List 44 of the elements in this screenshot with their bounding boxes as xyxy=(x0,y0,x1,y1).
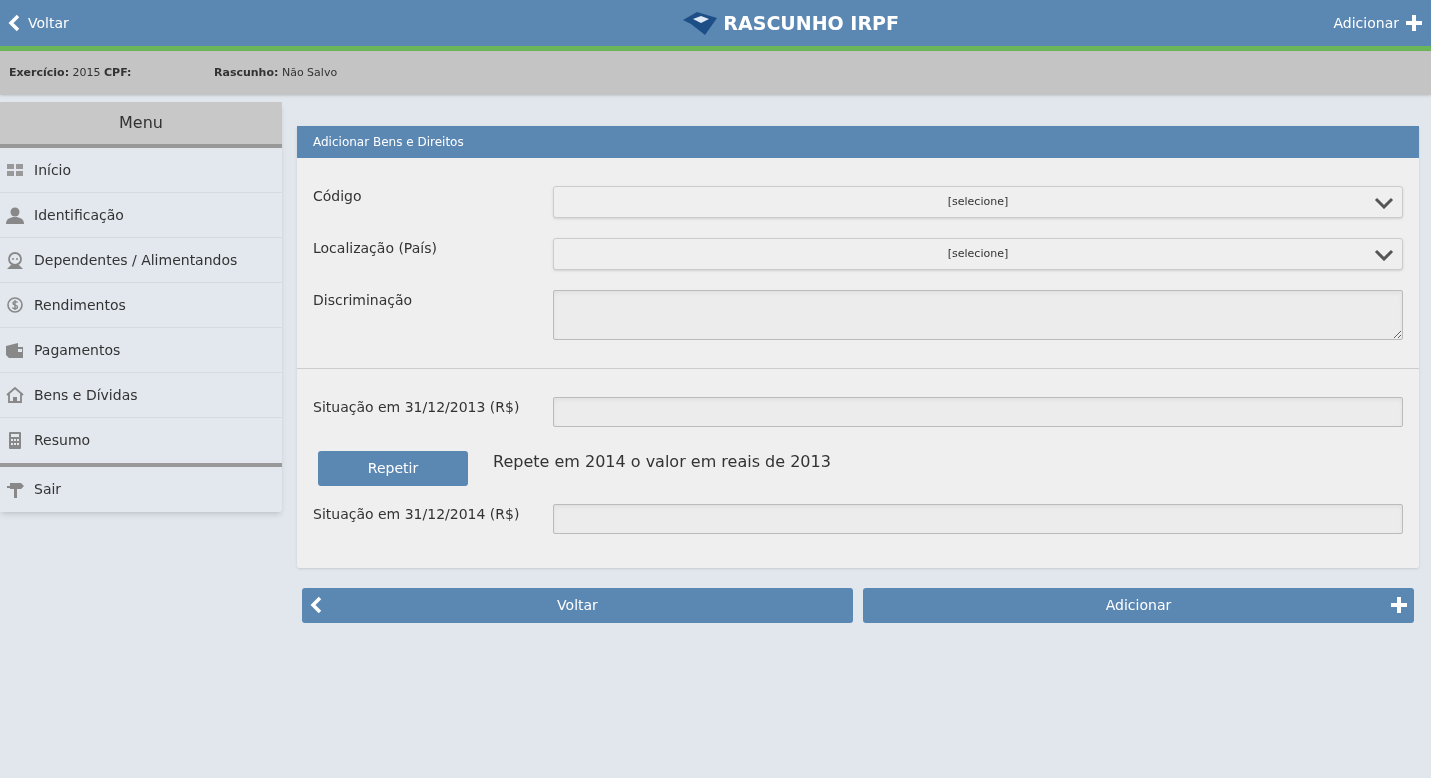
field-label: Localização (País) xyxy=(313,240,437,256)
add-link[interactable]: Adicionar xyxy=(1333,12,1423,34)
menu-item[interactable]: Início xyxy=(0,148,282,193)
exit-menu-item[interactable]: Sair xyxy=(0,467,282,512)
exercicio-text: Exercício: 2015 CPF: xyxy=(9,64,133,81)
back-link[interactable]: Voltar xyxy=(8,12,69,34)
calculator-icon xyxy=(8,432,21,449)
menu-item[interactable]: Resumo xyxy=(0,418,282,463)
menu-item[interactable]: Pagamentos xyxy=(0,328,282,373)
back-button[interactable]: Voltar xyxy=(302,588,853,623)
menu-item[interactable]: Bens e Dívidas xyxy=(0,373,282,418)
textarea-field[interactable] xyxy=(553,290,1403,340)
menu-header: Menu xyxy=(0,102,282,148)
back-icon xyxy=(310,596,322,614)
dollar-coin-icon xyxy=(6,297,23,313)
app-title: RASCUNHO IRPF xyxy=(723,10,899,36)
input-field[interactable] xyxy=(553,504,1403,534)
select-dropdown[interactable]: [selecione] xyxy=(553,186,1403,218)
select-dropdown[interactable]: [selecione] xyxy=(553,238,1403,270)
field-label: Discriminação xyxy=(313,292,413,308)
add-button[interactable]: Adicionar xyxy=(863,588,1414,623)
field-label: Código xyxy=(313,188,362,204)
logo-icon xyxy=(683,11,718,35)
house-icon xyxy=(5,387,24,403)
back-icon xyxy=(8,14,20,32)
grid-icon xyxy=(6,164,23,176)
panel-title: Adicionar Bens e Direitos xyxy=(297,126,1419,158)
menu-item[interactable]: Identificação xyxy=(0,193,282,238)
field-label: Situação em 31/12/2014 (R$) xyxy=(313,506,520,522)
input-field[interactable] xyxy=(553,397,1403,427)
menu-item[interactable]: Rendimentos xyxy=(0,283,282,328)
dropdown-chevron-icon xyxy=(1374,197,1394,209)
wallet-icon xyxy=(6,342,23,358)
face-icon xyxy=(5,251,24,269)
repeat-description: Repete em 2014 o valor em reais de 2013 xyxy=(493,451,831,473)
repeat-button[interactable]: Repetir xyxy=(318,451,468,486)
rascunho-text: Rascunho: Não Salvo xyxy=(214,64,338,81)
menu-item[interactable]: Dependentes / Alimentandos xyxy=(0,238,282,283)
plus-icon xyxy=(1405,14,1423,32)
plus-icon xyxy=(1390,596,1408,614)
person-icon xyxy=(5,206,24,224)
signpost-icon xyxy=(5,481,24,498)
dropdown-chevron-icon xyxy=(1374,249,1394,261)
field-label: Situação em 31/12/2013 (R$) xyxy=(313,399,520,415)
